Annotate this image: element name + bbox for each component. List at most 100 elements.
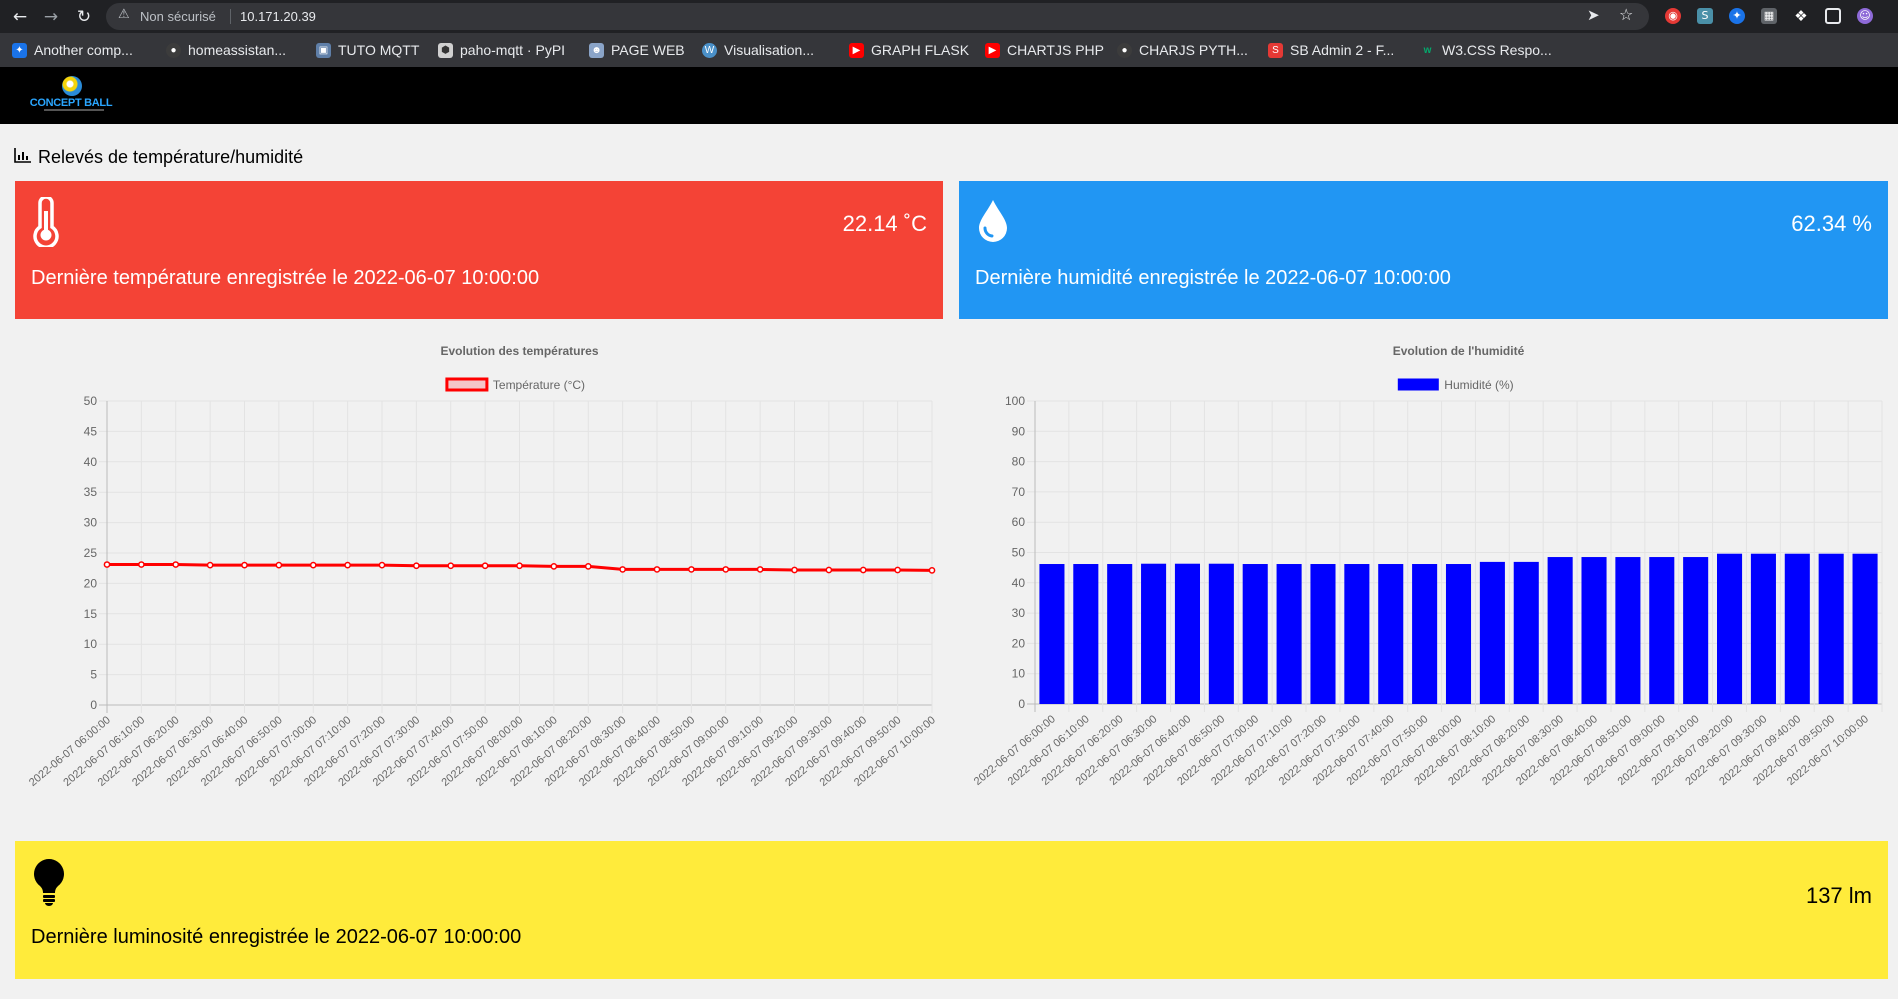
humidity-bar [1581,557,1607,704]
temperature-point [688,566,695,573]
temperature-point [584,563,592,570]
temperature-point [894,566,901,574]
temperature-point [378,561,386,569]
forward-arrow-icon[interactable]: → [40,6,62,28]
browser-toolbar: ← → ↻ ⚠ Non sécurisé 10.171.20.39 ➤ ☆ ◉ … [0,0,1898,33]
address-bar[interactable]: ⚠ Non sécurisé 10.171.20.39 ➤ ☆ [106,3,1649,30]
humidity-bar [1683,557,1709,704]
temperature-description: Dernière température enregistrée le 2022… [31,267,540,289]
humidity-bar [1073,564,1099,704]
y-tick-label: 50 [1012,546,1026,560]
shield-extension-icon[interactable]: ◉ [1665,8,1681,24]
y-tick-label: 0 [90,698,97,712]
bookmark-label: TUTO MQTT [338,42,420,58]
y-tick-label: 10 [1012,667,1026,681]
temperature-point [172,561,180,568]
humidity-bar [1276,564,1302,704]
humidity-bar [1784,553,1810,704]
bookmark-label: paho-mqtt · PyPI [460,42,566,58]
bookmark-item[interactable]: ☻ PAGE WEB [589,41,685,59]
temperature-point [241,561,248,569]
bookmark-item[interactable]: ▶ CHARTJS PHP [985,41,1104,59]
y-tick-label: 60 [1012,515,1026,529]
humidity-bar [1445,564,1472,704]
temperature-point [275,561,283,569]
temperature-point [653,566,661,573]
bookmark-item[interactable]: ✦ Another comp... [12,41,133,59]
bookmark-item[interactable]: S SB Admin 2 - F... [1268,41,1394,59]
humidity-bar [1378,564,1404,704]
send-tab-icon[interactable]: ➤ [1587,6,1600,24]
humidity-bar [1039,564,1065,704]
water-drop-icon [975,197,1011,249]
puzzle-blue-extension-icon[interactable]: ✦ [1729,8,1745,24]
brand-logo[interactable]: CONCEPT BALL [28,76,114,114]
temperature-point [619,566,626,573]
luminosity-card: 137 lm Dernière luminosité enregistrée l… [15,841,1888,979]
y-tick-label: 35 [84,485,98,499]
chart-title: Evolution de l'humidité [1393,344,1525,358]
youtube-icon: ▶ [985,42,1000,58]
bookmark-item[interactable]: ● homeassistan... [166,41,286,59]
bookmark-item[interactable]: ⬢ paho-mqtt · PyPI [438,41,565,59]
y-tick-label: 15 [84,607,98,621]
thermometer-icon [31,195,61,251]
humidity-description: Dernière humidité enregistrée le 2022-06… [975,267,1451,289]
app-icon: ✦ [12,42,27,58]
separator [230,9,231,24]
humidity-bar [1208,563,1234,704]
temperature-point [103,561,111,568]
temperature-point [413,562,420,570]
bookmark-label: W3.CSS Respo... [1442,42,1552,58]
security-label: Non sécurisé [140,9,216,24]
profile-avatar-icon[interactable]: ☺ [1857,8,1873,24]
y-tick-label: 30 [1012,606,1026,620]
temperature-point [481,562,489,570]
bookmark-label: PAGE WEB [611,42,685,58]
url-text[interactable]: 10.171.20.39 [240,9,316,24]
y-tick-label: 40 [1012,576,1026,590]
temperature-value: 22.14 ˚C [842,211,927,236]
y-tick-label: 10 [84,637,98,651]
bookmark-item[interactable]: ▣ TUTO MQTT [316,41,419,59]
humidity-bar [1310,564,1336,704]
bookmark-item[interactable]: ▶ GRAPH FLASK [849,41,969,59]
grid-extension-icon[interactable]: ▦ [1761,8,1777,24]
bookmark-item[interactable]: ● CHARJS PYTH... [1117,41,1248,59]
extensions-puzzle-icon[interactable]: ❖ [1793,8,1809,24]
lightbulb-icon [31,857,67,911]
humidity-bar [1750,553,1776,704]
legend-swatch [445,377,489,392]
bookmark-label: CHARTJS PHP [1007,42,1104,58]
page-title: Relevés de température/humidité [14,147,303,168]
back-arrow-icon[interactable]: ← [9,6,31,28]
temperature-point [206,561,214,569]
bookmark-star-icon[interactable]: ☆ [1619,5,1633,24]
cube-icon: ⬢ [438,42,453,58]
reload-icon[interactable]: ↻ [73,6,95,28]
bookmark-item[interactable]: W Visualisation... [702,41,814,59]
chart-title: Evolution des températures [440,344,598,358]
y-tick-label: 100 [1005,394,1025,408]
temperature-chart: Evolution des températures Température (°… [0,335,949,805]
humidity-card: 62.34 % Dernière humidité enregistrée le… [959,181,1888,319]
page-title-text: Relevés de température/humidité [38,147,304,167]
bookmark-item[interactable]: w W3.CSS Respo... [1420,41,1552,59]
warning-icon: ⚠ [118,7,130,22]
robot-icon: ☻ [589,42,604,58]
brand-name: CONCEPT BALL [29,97,113,109]
ball-icon [62,76,82,96]
humidity-bar [1852,553,1878,704]
humidity-bar [1412,564,1438,704]
humidity-bar [1615,557,1641,704]
humidity-bar [1513,561,1539,704]
y-tick-label: 0 [1018,697,1025,711]
sidepanel-icon[interactable] [1825,8,1841,24]
temperature-point [825,566,833,574]
bookmark-label: SB Admin 2 - F... [1290,42,1395,58]
s-extension-icon[interactable]: S [1697,8,1713,24]
humidity-bar [1174,563,1200,704]
temperature-point [550,563,558,570]
bookmark-label: CHARJS PYTH... [1139,42,1248,58]
humidity-bar [1344,564,1370,704]
